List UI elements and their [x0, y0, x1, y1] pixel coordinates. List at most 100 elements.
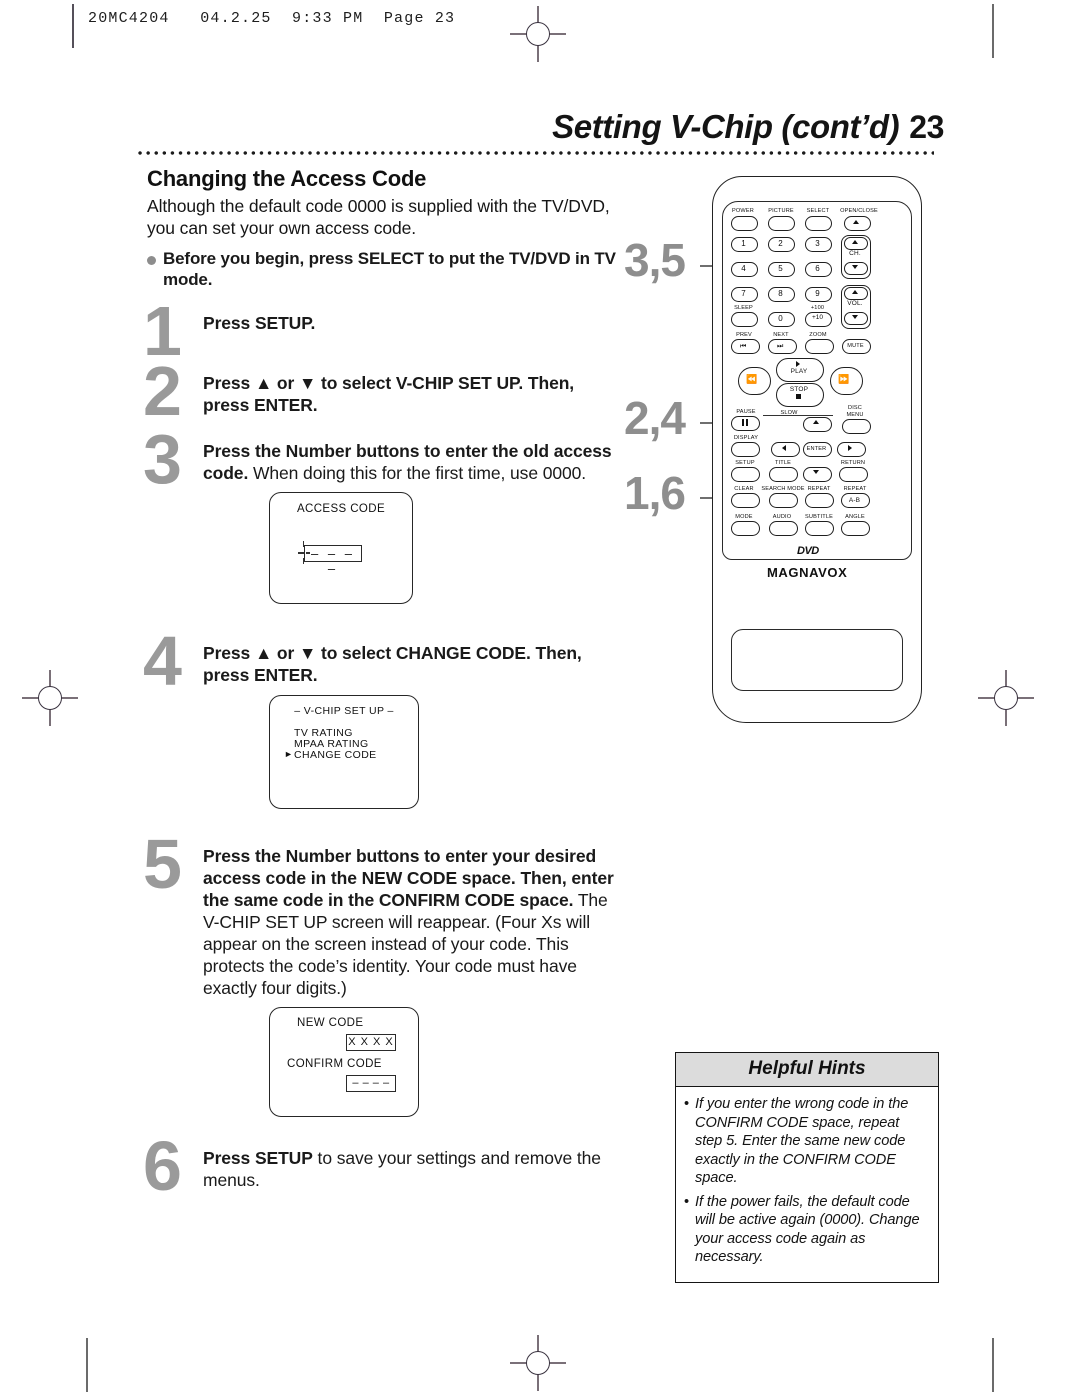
step-number: 6 [143, 1126, 182, 1205]
step-number: 3 [143, 420, 182, 499]
picture-button[interactable] [768, 216, 795, 231]
callout-1-6: 1,6 [624, 467, 686, 519]
repeat-button[interactable] [805, 493, 834, 508]
label-search-mode: SEARCH MODE [761, 486, 805, 492]
intro-paragraph: Although the default code 0000 is suppli… [147, 196, 610, 239]
setup-button[interactable] [731, 467, 760, 482]
return-button[interactable] [839, 467, 868, 482]
stop-icon [796, 394, 801, 399]
step-number: 4 [143, 622, 182, 701]
display-button[interactable] [731, 442, 760, 457]
osd-new-code-label: NEW CODE [297, 1016, 364, 1029]
search-mode-button[interactable] [769, 493, 798, 508]
label-2: 2 [778, 239, 783, 248]
callout-3-5: 3,5 [624, 234, 686, 286]
label-0: 0 [778, 314, 783, 323]
slow-bracket-line [763, 415, 833, 417]
label-stop: STOP [789, 386, 809, 393]
helpful-hints-body: • If you enter the wrong code in the CON… [676, 1087, 938, 1282]
step-body: Press SETUP. [203, 312, 617, 334]
channel-up-icon [852, 240, 858, 244]
label-play: PLAY [790, 368, 808, 375]
label-6: 6 [815, 264, 820, 273]
clear-button[interactable] [731, 493, 760, 508]
osd-menu-selected-marker: ► [284, 748, 294, 759]
disc-menu-button[interactable] [842, 419, 871, 434]
step-bold: Press ▲ or ▼ to select CHANGE CODE. Then… [203, 643, 582, 686]
prev-icon: ⏮ [740, 343, 747, 350]
step-bold: Press SETUP. [203, 313, 316, 334]
osd-confirm-code-value: – – – – [346, 1074, 396, 1092]
label-menu: MENU [846, 412, 864, 418]
hint-text: If the power fails, the default code wil… [695, 1193, 920, 1266]
label-ab: A-B [848, 497, 861, 504]
brand-logo: MAGNAVOX [767, 565, 848, 580]
left-column: Changing the Access Code Although the de… [143, 166, 617, 1201]
angle-button[interactable] [841, 521, 870, 536]
osd-cursor-icon [298, 541, 310, 565]
step-number: 5 [143, 824, 182, 903]
step-3: 3 Press the Number buttons to enter the … [143, 424, 617, 605]
page-content: Setting V-Chip (cont’d) 23 Changing the A… [0, 0, 1080, 1397]
step-body: Press the Number buttons to enter the ol… [203, 440, 617, 484]
page-title: Setting V-Chip (cont’d) 23 [552, 108, 944, 146]
sleep-button[interactable] [731, 312, 758, 327]
step-body: Press ▲ or ▼ to select CHANGE CODE. Then… [203, 642, 617, 686]
volume-up-icon [852, 290, 858, 294]
callout-2-4: 2,4 [624, 392, 686, 444]
step-bold: Press ▲ or ▼ to select V-CHIP SET UP. Th… [203, 373, 575, 416]
title-button[interactable] [769, 467, 798, 482]
label-7: 7 [741, 289, 746, 298]
label-pause: PAUSE [736, 409, 756, 415]
fast-forward-icon: ⏩ [838, 374, 850, 384]
remote-control-illustration: POWER PICTURE SELECT OPEN/CLOSE 1 2 3 4 … [712, 176, 922, 723]
cursor-down-icon [813, 470, 819, 474]
label-display: DISPLAY [733, 435, 759, 441]
select-button[interactable] [805, 216, 832, 231]
label-repeat: REPEAT [807, 486, 831, 492]
helpful-hints-title: Helpful Hints [676, 1053, 938, 1087]
remote-battery-compartment [731, 629, 903, 691]
osd-menu-item-change-code[interactable]: CHANGE CODE [294, 749, 377, 761]
helpful-hints-box: Helpful Hints • If you enter the wrong c… [675, 1052, 939, 1283]
label-open-close: OPEN/CLOSE [840, 208, 878, 214]
osd-vchip-setup-screen: – V-CHIP SET UP – TV RATING MPAA RATING … [269, 694, 419, 809]
cursor-left-icon [782, 445, 786, 451]
zoom-button[interactable] [805, 339, 834, 354]
volume-down-icon [852, 315, 858, 319]
mode-button[interactable] [731, 521, 760, 536]
step-bold: Press SETUP [203, 1147, 313, 1168]
label-subtitle: SUBTITLE [805, 514, 833, 520]
power-button[interactable] [731, 216, 758, 231]
step-4: 4 Press ▲ or ▼ to select CHANGE CODE. Th… [143, 626, 617, 809]
label-zoom: ZOOM [809, 332, 827, 338]
pause-icon-left [742, 419, 744, 426]
label-3: 3 [815, 239, 820, 248]
step-body: Press ▲ or ▼ to select V-CHIP SET UP. Th… [203, 372, 617, 416]
label-9: 9 [815, 289, 820, 298]
label-5: 5 [778, 264, 783, 273]
label-disc: DISC [848, 405, 862, 411]
osd-access-code-title: ACCESS CODE [296, 503, 386, 516]
subtitle-button[interactable] [805, 521, 834, 536]
step-1: 1 Press SETUP. [143, 296, 617, 366]
dvd-logo: DVD [797, 545, 819, 557]
label-angle: ANGLE [845, 514, 865, 520]
step-body: Press SETUP to save your settings and re… [203, 1147, 617, 1191]
step-2: 2 Press ▲ or ▼ to select V-CHIP SET UP. … [143, 356, 617, 426]
dotted-divider [136, 150, 934, 156]
channel-down-icon [852, 265, 858, 269]
page-number: 23 [909, 109, 944, 145]
label-prev: PREV [736, 332, 752, 338]
step-rest: When doing this for the first time, use … [248, 463, 587, 484]
label-enter: ENTER [806, 446, 827, 452]
audio-button[interactable] [769, 521, 798, 536]
label-title: TITLE [775, 460, 791, 466]
label-repeat-ab: REPEAT [843, 486, 867, 492]
step-bold: Press the Number buttons to enter your d… [203, 845, 614, 910]
label-return: RETURN [840, 460, 866, 466]
osd-new-code-value: X X X X [346, 1033, 396, 1051]
label-plus-10: +10 [811, 314, 824, 321]
label-setup: SETUP [735, 460, 755, 466]
hint-item: • If you enter the wrong code in the CON… [684, 1095, 928, 1188]
